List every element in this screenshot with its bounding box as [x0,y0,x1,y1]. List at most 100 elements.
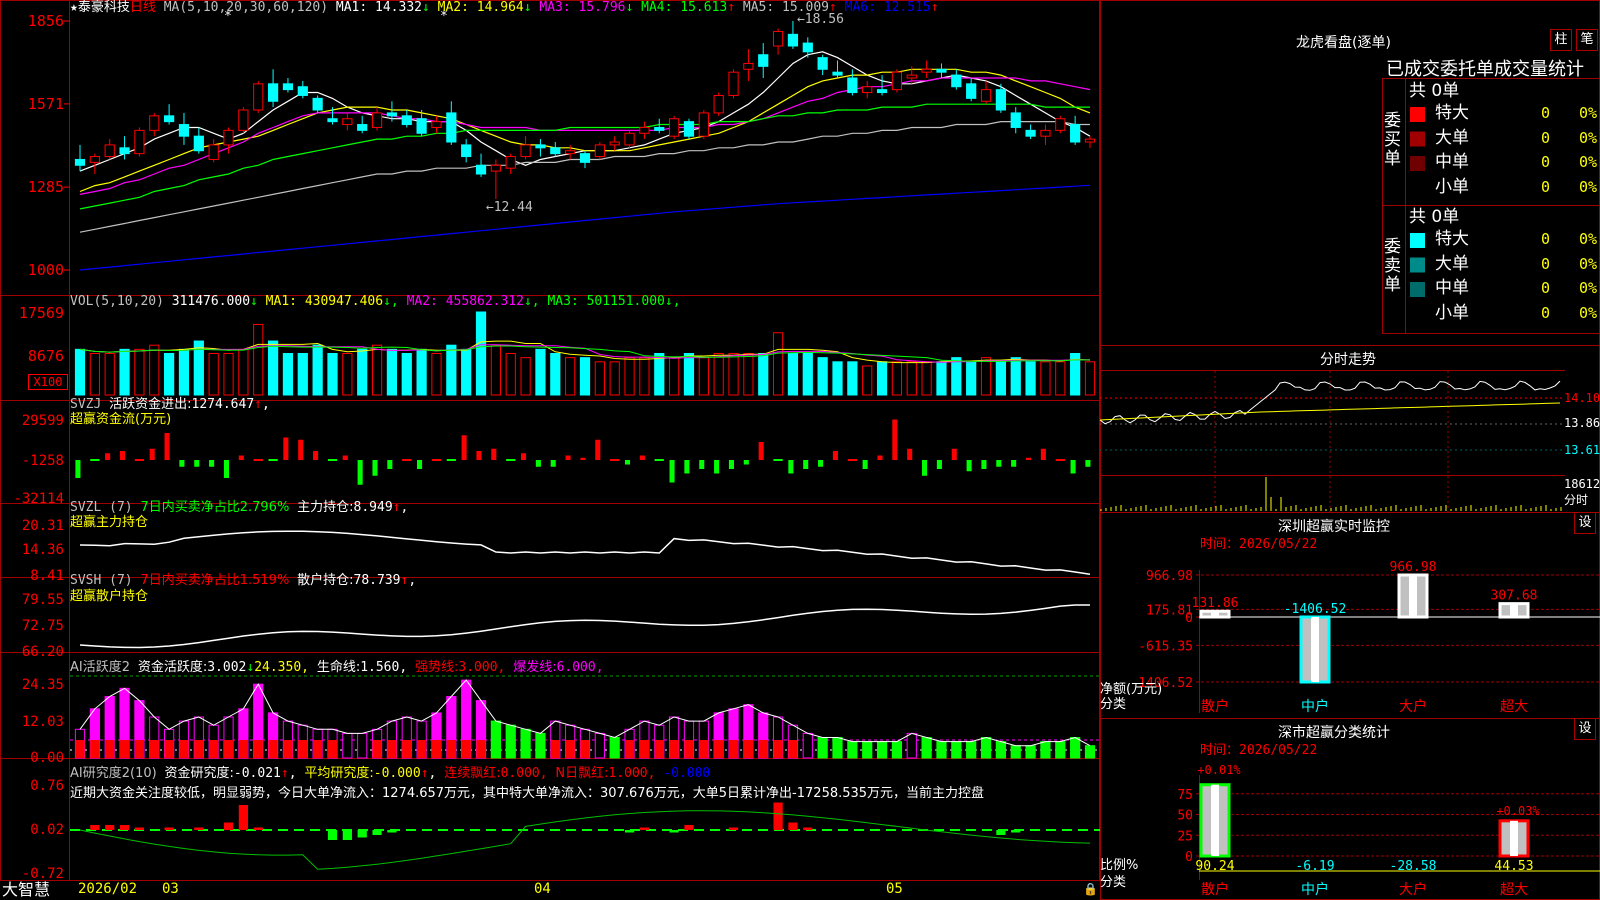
activity-bar [1055,741,1066,759]
sz-monitor-settings-button[interactable]: 设 [1574,512,1596,534]
candle-up [698,112,709,137]
svsh-arrow: ↑ [400,573,409,588]
activity-base-bar [728,740,739,758]
svzj-bar [1070,460,1076,474]
volume-bar [520,357,531,396]
sz-monitor-bar-label: 131.86 [1192,596,1239,611]
tick-mode-button[interactable]: 笔 [1576,29,1598,51]
svzj-bar [520,453,527,460]
red-label: 连续飘红: [444,766,501,781]
activity-base-bar [639,740,650,758]
svzj-bar [907,448,913,460]
intraday-tick-4: 18612 [1564,477,1600,491]
svzj-bar [773,459,783,461]
candle-down [446,112,457,143]
research-bar [90,825,100,830]
candle-up [728,71,739,96]
vol-title: VOL(5,10,20) [70,294,164,309]
activity-bar [357,732,368,759]
svzj-bar [550,460,556,467]
strong-value: 3.000, [458,660,506,675]
activity-base-bar [684,740,694,758]
candle-down [876,89,888,94]
svzl-desc: 7日内买卖净占比2.796% [140,500,290,515]
svzl-header: SVZL (7) 7日内买卖净占比2.796% 主力持仓:8.949↑, [70,500,409,515]
svzj-bar [535,460,541,467]
ai-activity-header: AI活跃度2 资金活跃度:3.002↓24.350, 生命线:1.560, 强势… [70,660,604,675]
lock-icon[interactable]: 🔒 [1083,882,1098,897]
svzj-bar [610,459,620,461]
svzj-bar [75,460,81,478]
sz-monitor-category: 散户 [1201,698,1229,715]
svzj-bar [268,459,278,461]
research-bar [238,805,248,830]
svzj-bar [1025,457,1032,460]
svzj-tick: 29599 [22,413,64,429]
buy-rows-pct: 0% [1579,104,1598,122]
volume-bar [1084,361,1096,396]
ma-legend-arrow: ↓ [523,0,532,15]
ma-legend-arrow: ↑ [727,0,736,15]
sz-classify-value-label: 44.53 [1494,859,1533,874]
sz-classify-value-label: -6.19 [1295,859,1334,874]
sell-rows-pct: 0% [1579,279,1598,297]
candle-down [966,83,977,99]
candle-up [1084,138,1096,143]
research-bar [788,822,798,830]
activity-bar [936,741,947,759]
sz-classify-settings-button[interactable]: 设 [1574,718,1596,740]
vol-legend-item: MA3: 501151.000 [539,294,665,309]
svzj-bar [253,459,263,461]
activity-base-bar [105,740,115,758]
buy-total: 共 0单 [1409,81,1460,101]
candle-up [371,112,383,128]
lhb-tabs[interactable]: 已成交委托单成交量统计 [1386,55,1584,81]
ai-activity-tick: 12.03 [22,714,64,730]
activity-base-bar [119,740,130,758]
vol-legend: MA1: 430947.406↓, MA2: 455862.312↓, MA3:… [258,294,681,309]
volume-bar [758,353,769,396]
candle-down [550,147,561,155]
low-price-label: ←12.44 [486,200,533,215]
sz-monitor-axis-1: 净额(万元) [1100,682,1163,697]
sz-monitor-time: 时间：2026/05/22 [1200,537,1318,552]
ma-legend-item: MA2: 14.964 [429,0,524,15]
svzj-bar [476,451,482,460]
volume-bar [980,357,992,396]
svzj-bar [431,459,442,461]
burst-label: 爆发线: [513,660,557,675]
sz-monitor-bar-label: -1406.52 [1284,602,1347,617]
date-label-may: 05 [886,881,903,897]
ma-label: MA(5,10,20,30,60,120) [163,0,329,15]
activity-base-bar [387,740,397,758]
svzj-bar [595,439,601,460]
svsh-title: SVSH (7) [70,573,133,588]
volume-bar [535,348,546,396]
svzj-bar [283,437,289,460]
star-icon[interactable]: ★ [70,0,78,15]
candle-up [891,71,903,91]
svzj-bar [134,459,145,461]
activity-bar [891,741,903,759]
sell-rows-pct: 0% [1579,254,1598,273]
svsh-subtitle: 超赢散户持仓 [70,589,149,604]
svzj-bar [327,459,338,461]
svzj-bar [728,460,734,469]
svzj-bar [565,455,571,460]
chart-canvas[interactable]: 1856157112851000←18.56←12.44* *1756986762… [0,0,1600,900]
bar-mode-button[interactable]: 柱 [1550,29,1572,51]
life-label: 生命线: [316,660,361,675]
buy-rows-value: 0 [1541,177,1551,196]
buy-rows-label: 特大 [1435,103,1469,123]
volume-bar [164,353,175,396]
period-label[interactable]: 日线 [130,0,156,15]
candle-up [104,144,115,158]
unit-badge[interactable]: X100 [28,374,68,390]
svzj-bar [105,453,111,460]
svzj-bar [788,460,794,474]
volume-bar [921,361,932,396]
activity-base-bar [372,740,382,758]
research-bar [105,825,115,830]
ma-legend-item: MA1: 14.332 [335,0,422,15]
ma-line-6 [79,184,1091,271]
